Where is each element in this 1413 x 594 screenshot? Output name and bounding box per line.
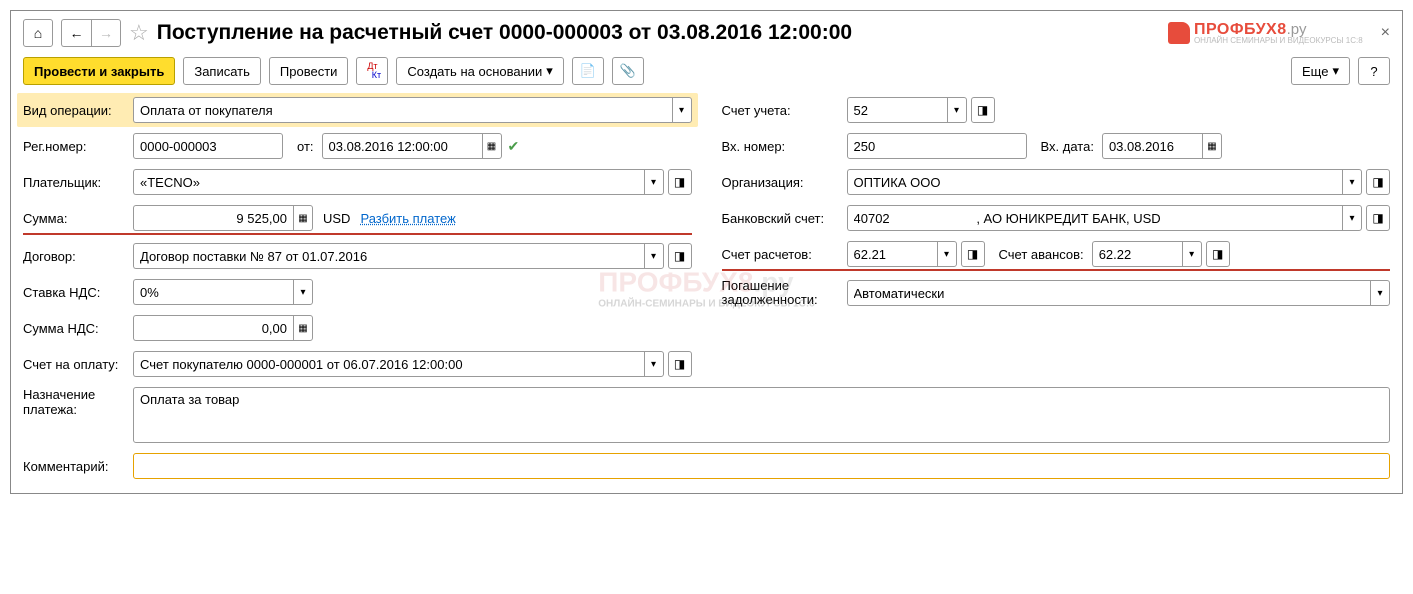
vat-sum-input[interactable] bbox=[133, 315, 293, 341]
open-icon[interactable]: ◨ bbox=[668, 351, 692, 377]
advance-input[interactable] bbox=[1092, 241, 1182, 267]
dropdown-icon[interactable]: ▾ bbox=[1342, 205, 1362, 231]
in-date-input[interactable] bbox=[1102, 133, 1202, 159]
org-label: Организация: bbox=[722, 175, 847, 190]
account-input[interactable] bbox=[847, 97, 947, 123]
open-icon[interactable]: ◨ bbox=[961, 241, 985, 267]
dropdown-icon[interactable]: ▾ bbox=[1370, 280, 1390, 306]
chevron-down-icon: ▾ bbox=[546, 63, 553, 79]
contract-input[interactable] bbox=[133, 243, 644, 269]
check-icon: ✔ bbox=[508, 138, 520, 155]
logo: ПРОФБУХ8.ру ОНЛАЙН СЕМИНАРЫ И ВИДЕОКУРСЫ… bbox=[1168, 21, 1363, 45]
more-button[interactable]: Еще ▾ bbox=[1291, 57, 1350, 85]
reg-num-label: Рег.номер: bbox=[23, 139, 133, 154]
settle-label: Счет расчетов: bbox=[722, 247, 847, 262]
sum-label: Сумма: bbox=[23, 211, 133, 226]
op-type-label: Вид операции: bbox=[23, 103, 133, 118]
vat-rate-input[interactable] bbox=[133, 279, 293, 305]
payer-label: Плательщик: bbox=[23, 175, 133, 190]
create-based-button[interactable]: Создать на основании ▾ bbox=[396, 57, 563, 85]
open-icon[interactable]: ◨ bbox=[668, 243, 692, 269]
open-icon[interactable]: ◨ bbox=[668, 169, 692, 195]
comment-label: Комментарий: bbox=[23, 459, 133, 474]
settle-input[interactable] bbox=[847, 241, 937, 267]
post-button[interactable]: Провести bbox=[269, 57, 349, 85]
date-from-label: от: bbox=[297, 139, 314, 154]
vat-sum-label: Сумма НДС: bbox=[23, 321, 133, 336]
post-close-button[interactable]: Провести и закрыть bbox=[23, 57, 175, 85]
payer-input[interactable] bbox=[133, 169, 644, 195]
debt-label: Погашение задолженности: bbox=[722, 279, 847, 307]
open-icon[interactable]: ◨ bbox=[1366, 169, 1390, 195]
reg-num-input[interactable] bbox=[133, 133, 283, 159]
report-button[interactable]: 📄 bbox=[572, 57, 604, 85]
attach-button[interactable]: 📎 bbox=[612, 57, 644, 85]
split-payment-link[interactable]: Разбить платеж bbox=[360, 211, 455, 226]
bank-input[interactable] bbox=[847, 205, 1343, 231]
in-num-label: Вх. номер: bbox=[722, 139, 847, 154]
account-label: Счет учета: bbox=[722, 103, 847, 118]
dropdown-icon[interactable]: ▾ bbox=[644, 351, 664, 377]
debt-input[interactable] bbox=[847, 280, 1371, 306]
bank-label: Банковский счет: bbox=[722, 211, 847, 226]
dropdown-icon[interactable]: ▾ bbox=[644, 169, 664, 195]
calculator-icon[interactable]: ▦ bbox=[293, 315, 313, 341]
calculator-icon[interactable]: ▦ bbox=[293, 205, 313, 231]
invoice-input[interactable] bbox=[133, 351, 644, 377]
vat-rate-label: Ставка НДС: bbox=[23, 285, 133, 300]
op-type-input[interactable] bbox=[133, 97, 672, 123]
close-icon[interactable]: × bbox=[1381, 24, 1390, 42]
home-button[interactable]: ⌂ bbox=[23, 19, 53, 47]
contract-label: Договор: bbox=[23, 249, 133, 264]
dropdown-icon[interactable]: ▾ bbox=[937, 241, 957, 267]
purpose-label: Назначение платежа: bbox=[23, 387, 133, 417]
currency-label: USD bbox=[323, 211, 350, 226]
back-button[interactable]: ← bbox=[61, 19, 91, 47]
calendar-icon[interactable]: ▦ bbox=[482, 133, 502, 159]
invoice-label: Счет на оплату: bbox=[23, 357, 133, 372]
advance-label: Счет авансов: bbox=[999, 247, 1084, 262]
dropdown-icon[interactable]: ▾ bbox=[1342, 169, 1362, 195]
org-input[interactable] bbox=[847, 169, 1343, 195]
purpose-textarea[interactable] bbox=[133, 387, 1390, 443]
dropdown-icon[interactable]: ▾ bbox=[644, 243, 664, 269]
comment-input[interactable] bbox=[133, 453, 1390, 479]
open-icon[interactable]: ◨ bbox=[1366, 205, 1390, 231]
dropdown-icon[interactable]: ▾ bbox=[947, 97, 967, 123]
sum-input[interactable] bbox=[133, 205, 293, 231]
help-button[interactable]: ? bbox=[1358, 57, 1390, 85]
dropdown-icon[interactable]: ▾ bbox=[672, 97, 692, 123]
open-icon[interactable]: ◨ bbox=[971, 97, 995, 123]
chevron-down-icon: ▾ bbox=[1332, 63, 1339, 79]
dropdown-icon[interactable]: ▾ bbox=[1182, 241, 1202, 267]
favorite-star-icon[interactable]: ☆ bbox=[129, 20, 149, 46]
logo-icon bbox=[1168, 22, 1190, 44]
write-button[interactable]: Записать bbox=[183, 57, 261, 85]
in-date-label: Вх. дата: bbox=[1041, 139, 1094, 154]
dtkt-button[interactable]: ДтКт bbox=[356, 57, 388, 85]
dropdown-icon[interactable]: ▾ bbox=[293, 279, 313, 305]
date-input[interactable] bbox=[322, 133, 482, 159]
calendar-icon[interactable]: ▦ bbox=[1202, 133, 1222, 159]
open-icon[interactable]: ◨ bbox=[1206, 241, 1230, 267]
forward-button[interactable]: → bbox=[91, 19, 121, 47]
page-title: Поступление на расчетный счет 0000-00000… bbox=[157, 21, 1160, 45]
in-num-input[interactable] bbox=[847, 133, 1027, 159]
